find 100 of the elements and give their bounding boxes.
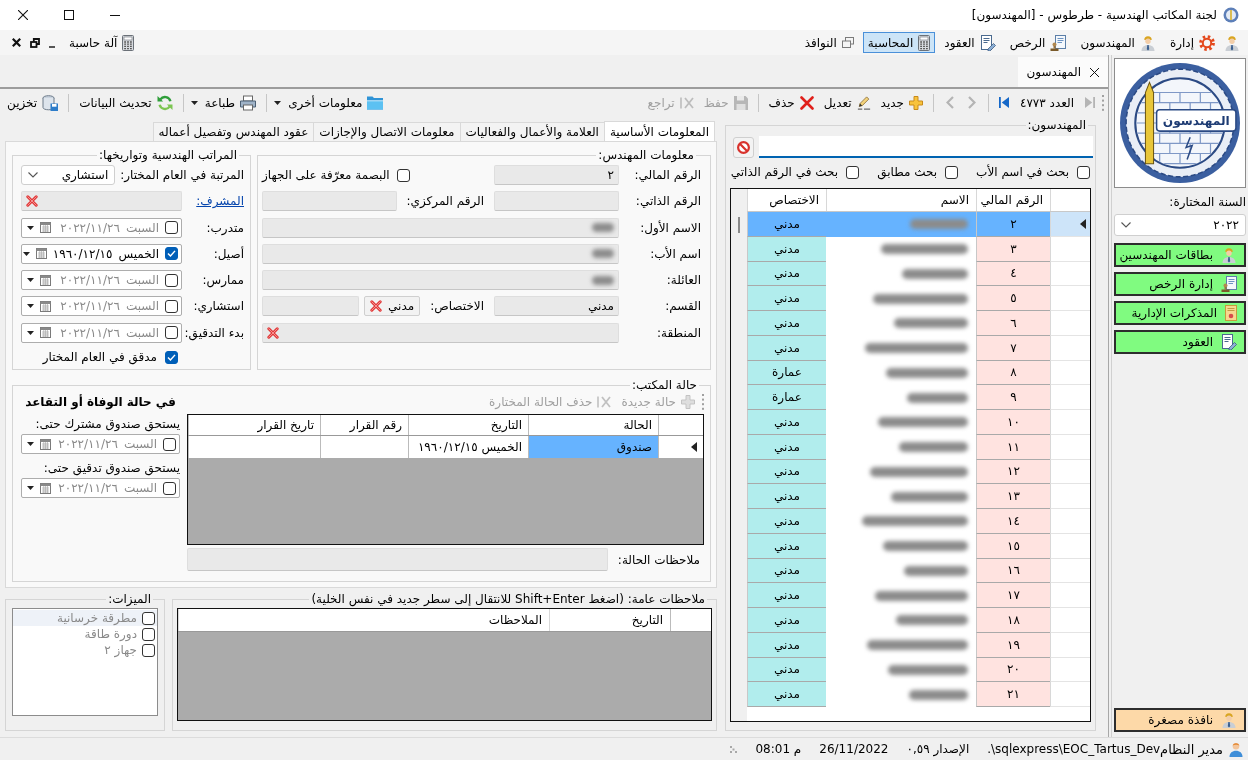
calendar-icon[interactable] (35, 248, 47, 260)
menu-item[interactable]: النوافذ (799, 32, 859, 53)
table-row[interactable]: ٨ عمارة (747, 360, 1090, 386)
table-row[interactable]: ١٠ مدني (747, 410, 1090, 435)
checkbox[interactable] (165, 273, 178, 287)
table-row[interactable]: ١١ مدني (747, 434, 1090, 460)
clear-icon[interactable] (370, 300, 383, 313)
calendar-icon[interactable] (40, 327, 51, 339)
calculator-button[interactable]: آلة حاسبة (64, 32, 140, 53)
table-row[interactable]: ٢١ مدني (747, 682, 1090, 707)
table-row[interactable]: ٩ عمارة (747, 385, 1090, 410)
table-row[interactable]: ١٨ مدني (747, 608, 1090, 633)
table-row[interactable]: ٥ مدني (747, 286, 1090, 311)
dropdown-arrow-icon[interactable] (27, 225, 34, 230)
checkbox-label[interactable]: البصمة معرّفة على الجهاز (262, 168, 390, 182)
table-row[interactable]: ١٤ مدني (747, 509, 1090, 534)
store-button[interactable]: تخزين (4, 91, 62, 114)
delete-button[interactable]: حذف (765, 91, 817, 114)
dropdown-arrow-icon[interactable] (27, 304, 34, 309)
menu-item[interactable]: العقود (939, 32, 1001, 53)
other-info-button[interactable]: معلومات أخرى (285, 91, 387, 114)
table-row[interactable]: ٤ مدني (747, 261, 1090, 287)
edit-button[interactable]: تعديل (820, 91, 874, 114)
specialty-button[interactable]: مدني (364, 296, 421, 317)
person-icon[interactable] (1224, 34, 1240, 51)
table-row[interactable]: ١٥ مدني (747, 533, 1090, 559)
table-row[interactable]: ٢٠ مدني (747, 657, 1090, 683)
text-field[interactable] (262, 191, 397, 212)
maximize-icon[interactable] (64, 10, 74, 20)
checkbox-label[interactable]: مدقق في العام المختار (42, 350, 157, 365)
date-picker[interactable]: السبت ٢٠٢٢/١١/٢٦ (21, 478, 180, 498)
column-header[interactable]: رقم القرار (320, 415, 408, 435)
tab[interactable]: العلامة والأعمال والفعاليات (459, 122, 605, 141)
text-field[interactable]: مدني (494, 296, 619, 317)
table-row[interactable]: ١٦ مدني (747, 558, 1090, 584)
text-field[interactable]: ٢ (494, 165, 619, 185)
date-picker[interactable]: السبت ٢٠٢٢/١١/٢٦ (21, 322, 182, 343)
checkbox[interactable] (1077, 165, 1090, 179)
dropdown-arrow-icon[interactable] (274, 100, 282, 105)
sidebar-button[interactable]: إدارة الرخص (1114, 272, 1246, 296)
menu-item[interactable]: إدارة (1164, 32, 1220, 53)
last-record-icon[interactable] (998, 97, 1009, 108)
refresh-button[interactable]: تحديث البيانات (76, 91, 176, 114)
table-row[interactable]: صندوق الخميس ١٩٦٠/١٢/١٥ (188, 436, 703, 458)
checkbox[interactable] (165, 350, 178, 364)
document-tab[interactable]: المهندسون (1018, 57, 1108, 87)
date-picker[interactable]: السبت ٢٠٢٢/١١/٢٦ (21, 270, 182, 291)
print-button[interactable]: طباعة (201, 91, 260, 114)
clear-search-button[interactable] (733, 136, 754, 158)
sidebar-button[interactable]: بطاقات المهندسين (1114, 243, 1246, 267)
checkbox-label[interactable]: بحث مطابق (877, 165, 938, 179)
text-field[interactable] (262, 322, 619, 343)
resize-grip-icon[interactable] (730, 745, 738, 753)
search-field[interactable] (759, 136, 1093, 158)
table-row[interactable]: ١٩ مدني (747, 632, 1090, 658)
column-header[interactable]: التاريخ (408, 415, 528, 435)
calendar-icon[interactable] (40, 222, 51, 234)
date-picker[interactable]: السبت ٢٠٢٢/١١/٢٦ (21, 434, 180, 454)
text-field[interactable] (262, 296, 360, 317)
column-header[interactable]: الرقم المالي (976, 189, 1050, 211)
table-row[interactable]: ٢ مدني (747, 212, 1090, 237)
rank-dropdown[interactable]: استشاري (21, 165, 116, 185)
new-button[interactable]: جديد (877, 91, 926, 114)
dropdown-arrow-icon[interactable] (27, 330, 34, 335)
checkbox[interactable] (163, 481, 176, 495)
text-field[interactable] (187, 548, 608, 571)
dropdown-arrow-icon[interactable] (27, 486, 34, 490)
column-header[interactable]: التاريخ (549, 609, 670, 631)
close-icon[interactable] (12, 38, 21, 47)
table-row[interactable]: ١٧ مدني (747, 583, 1090, 608)
clear-icon[interactable] (267, 326, 279, 339)
date-picker[interactable]: الخميس ١٩٦٠/١٢/١٥ (21, 243, 182, 264)
checkbox-label[interactable]: بحث في اسم الأب (976, 165, 1069, 179)
dropdown-arrow-icon[interactable] (190, 100, 198, 105)
checkbox[interactable] (165, 326, 178, 340)
checkbox[interactable] (846, 165, 860, 179)
dropdown-arrow-icon[interactable] (27, 442, 34, 446)
calendar-icon[interactable] (40, 301, 51, 312)
table-row[interactable]: ٧ مدني (747, 335, 1090, 361)
calendar-icon[interactable] (40, 438, 51, 450)
mini-window-button[interactable]: نافذة مصغرة (1114, 708, 1246, 732)
checkbox-label[interactable]: بحث في الرقم الذاتي (730, 165, 839, 179)
checkbox[interactable] (165, 221, 178, 235)
calendar-icon[interactable] (40, 482, 51, 494)
tab[interactable]: عقود المهندس وتفصيل أعماله (152, 122, 315, 141)
column-header[interactable]: الحالة (528, 415, 658, 435)
close-icon[interactable] (18, 10, 28, 20)
text-field[interactable] (262, 243, 619, 264)
text-field[interactable] (21, 191, 182, 212)
column-header[interactable]: تاريخ القرار (188, 415, 320, 435)
dropdown-arrow-icon[interactable] (22, 251, 30, 256)
checkbox[interactable] (396, 168, 410, 182)
scrollbar[interactable] (731, 189, 747, 721)
supervisor-link[interactable]: المشرف: (196, 194, 244, 209)
tab[interactable]: معلومات الاتصال والإجازات (313, 122, 461, 141)
checkbox[interactable] (165, 300, 178, 313)
table-row[interactable]: ١٢ مدني (747, 459, 1090, 485)
checkbox[interactable] (163, 437, 176, 451)
checkbox[interactable] (945, 165, 959, 179)
text-field[interactable] (262, 270, 619, 291)
